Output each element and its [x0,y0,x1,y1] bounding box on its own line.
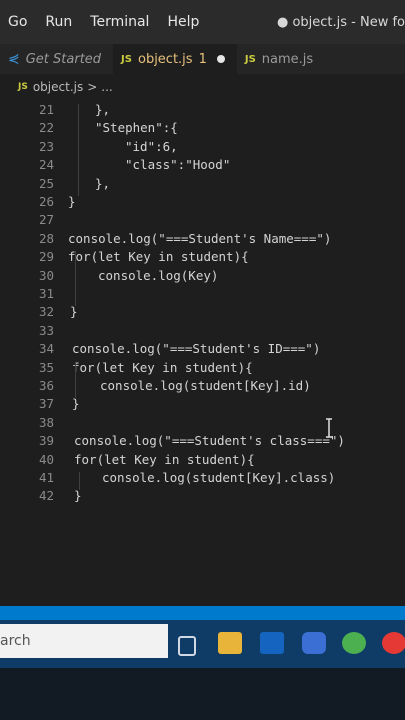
code-line[interactable]: console.log("===Student's class===") [74,433,345,448]
code-line[interactable]: console.log("===Student's Name===") [68,231,331,246]
task-view-icon[interactable] [178,636,196,656]
line-number: 22 [38,120,54,136]
code-line[interactable]: } [70,304,78,319]
line-number: 32 [38,304,54,320]
line-number: 27 [38,212,54,228]
taskbar-search-input[interactable]: arch [0,624,168,658]
menu-terminal[interactable]: Terminal [82,14,159,30]
tab-label: Get Started [25,51,102,67]
line-number: 40 [38,451,54,467]
indent-guide [75,361,76,399]
code-line[interactable]: console.log(Key) [98,268,218,283]
problem-count-badge: 1 [198,51,207,67]
code-line[interactable]: for(let Key in student){ [72,360,253,375]
code-line[interactable]: "class":"Hood" [125,157,230,172]
code-line[interactable]: "Stephen":{ [95,120,178,135]
line-number: 38 [38,414,54,430]
editor-tabs: ⋞ Get Started JS object.js 1 JS name.js [0,44,405,74]
code-line[interactable]: for(let Key in student){ [68,249,249,264]
file-explorer-icon[interactable] [218,632,242,654]
line-number: 26 [38,194,54,209]
zoom-icon[interactable] [302,632,326,654]
menu-help[interactable]: Help [159,14,209,30]
line-number: 31 [38,286,54,301]
code-line[interactable]: } [74,488,82,503]
unsaved-dot-icon[interactable] [216,55,225,63]
search-placeholder: arch [0,633,31,649]
menu-go[interactable]: Go [0,14,37,30]
line-number: 30 [38,267,54,283]
code-line[interactable]: for(let Key in student){ [74,452,255,467]
line-number: 33 [38,322,54,338]
tab-get-started[interactable]: ⋞ Get Started [0,44,113,74]
vscode-icon: ⋞ [8,51,20,67]
line-number: 28 [38,230,54,246]
tab-name-js[interactable]: JS name.js [237,44,325,74]
code-editor[interactable]: 21}, 22 "Stephen":{ 23 "id":6, 24 "class":"Hoo… [0,102,405,512]
chrome-icon[interactable] [382,632,405,654]
tab-label: name.js [261,51,314,67]
code-line[interactable]: } [68,194,76,209]
breadcrumb: JS object.js > ... [0,74,405,100]
window-title: ● object.js - New fo [276,14,405,30]
line-number: 29 [38,249,54,265]
js-icon: JS [121,53,132,65]
code-line[interactable]: }, [95,176,110,191]
code-line[interactable]: console.log(student[Key].id) [100,378,311,393]
code-line[interactable]: console.log("===Student's ID===") [72,341,320,356]
js-icon: JS [244,53,256,65]
line-number: 34 [38,341,54,357]
text-cursor-icon [326,418,332,438]
breadcrumb-rest[interactable]: ... [101,80,112,94]
indent-guide [78,104,79,196]
code-line[interactable]: } [72,396,80,411]
breadcrumb-separator: > [87,80,98,94]
code-line[interactable]: "id":6, [125,139,178,154]
desk-surface [0,668,405,720]
line-number: 23 [38,138,54,154]
outlook-icon[interactable] [260,632,284,654]
line-number: 41 [38,470,54,485]
code-line[interactable]: console.log(student[Key].class) [102,470,335,485]
js-icon: JS [18,82,28,92]
line-number: 42 [38,488,54,504]
maps-icon[interactable] [342,632,366,654]
status-bar [0,606,405,620]
line-number: 37 [38,396,54,412]
menu-run[interactable]: Run [37,14,82,30]
breadcrumb-file[interactable]: object.js [33,80,83,94]
line-number: 21 [38,102,54,117]
indent-guide [79,472,80,491]
tab-label: object.js [137,51,193,67]
line-number: 35 [38,359,54,375]
line-number: 24 [38,157,54,173]
tab-object-js[interactable]: JS object.js 1 [113,44,237,74]
editor-empty-area [0,512,405,606]
indent-guide [75,251,76,307]
line-number: 25 [38,175,54,191]
code-line[interactable]: }, [95,102,110,117]
line-number: 39 [38,433,54,449]
menu-bar: Go Run Terminal Help ● object.js - New f… [0,0,405,44]
line-number: 36 [38,378,54,393]
